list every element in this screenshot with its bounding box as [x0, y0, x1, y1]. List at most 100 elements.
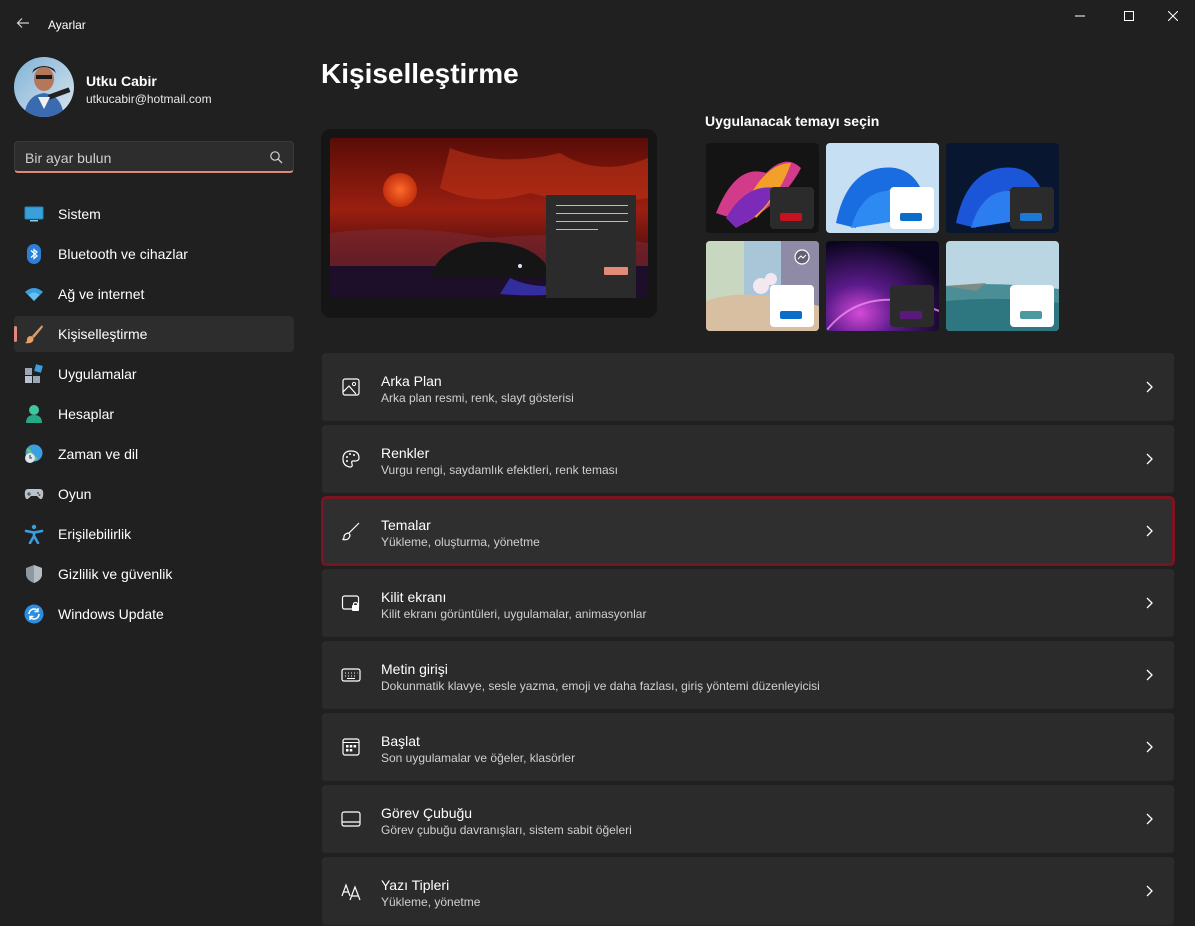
sidebar-item-label: Erişilebilirlik: [58, 526, 132, 542]
theme-color-chip: [890, 285, 934, 327]
accessibility-icon: [24, 524, 44, 544]
setting-title: Renkler: [381, 445, 430, 461]
setting-description: Son uygulamalar ve öğeler, klasörler: [381, 751, 576, 765]
close-button[interactable]: [1150, 0, 1195, 32]
app-title: Ayarlar: [48, 18, 86, 32]
chevron-right-icon: [1146, 669, 1153, 681]
minimize-icon: [1075, 15, 1085, 17]
search-icon[interactable]: [269, 150, 283, 164]
chevron-right-icon: [1146, 813, 1153, 825]
sidebar-item-windows-update[interactable]: Windows Update: [14, 596, 294, 632]
setting-fonts[interactable]: Yazı Tipleri Yükleme, yönetme: [322, 857, 1174, 925]
setting-colors[interactable]: Renkler Vurgu rengi, saydamlık efektleri…: [322, 425, 1174, 493]
avatar[interactable]: [14, 57, 74, 117]
user-name: Utku Cabir: [86, 73, 157, 89]
settings-list: Arka Plan Arka plan resmi, renk, slayt g…: [321, 353, 1175, 926]
setting-background[interactable]: Arka Plan Arka plan resmi, renk, slayt g…: [322, 353, 1174, 421]
sidebar-item-time-language[interactable]: Zaman ve dil: [14, 436, 294, 472]
theme-color-chip: [770, 285, 814, 327]
theme-color-chip: [1010, 187, 1054, 229]
system-icon: [24, 206, 44, 222]
shield-icon: [26, 565, 42, 583]
setting-description: Kilit ekranı görüntüleri, uygulamalar, a…: [381, 607, 647, 621]
preview-button: [604, 267, 628, 275]
brush-icon: [25, 325, 43, 344]
setting-title: Kilit ekranı: [381, 589, 447, 605]
setting-themes[interactable]: Temalar Yükleme, oluşturma, yönetme: [321, 496, 1175, 566]
maximize-button[interactable]: [1106, 0, 1152, 32]
theme-thumbnail[interactable]: [706, 143, 819, 233]
picture-icon: [342, 378, 360, 396]
themes-heading: Uygulanacak temayı seçin: [705, 113, 880, 129]
setting-title: Yazı Tipleri: [381, 877, 450, 893]
sidebar-item-label: Hesaplar: [58, 406, 115, 422]
lock-screen-icon: [341, 595, 360, 611]
setting-taskbar[interactable]: Görev Çubuğu Görev çubuğu davranışları, …: [322, 785, 1174, 853]
apps-icon: [25, 364, 43, 383]
close-icon: [1168, 11, 1178, 21]
sidebar-nav: Sistem Bluetooth ve cihazlar Ağ ve inter…: [14, 196, 294, 636]
theme-grid: [706, 143, 1061, 333]
search-box[interactable]: [14, 141, 294, 173]
chevron-right-icon: [1146, 885, 1153, 897]
setting-description: Arka plan resmi, renk, slayt gösterisi: [381, 391, 574, 405]
chevron-right-icon: [1146, 381, 1153, 393]
setting-title: Arka Plan: [381, 373, 442, 389]
taskbar-icon: [341, 811, 361, 827]
setting-description: Dokunmatik klavye, sesle yazma, emoji ve…: [381, 679, 820, 693]
setting-title: Temalar: [381, 517, 431, 533]
sidebar-item-sistem[interactable]: Sistem: [14, 196, 294, 232]
sidebar-item-apps[interactable]: Uygulamalar: [14, 356, 294, 392]
back-arrow-icon: [16, 18, 29, 28]
search-input[interactable]: [25, 148, 255, 168]
setting-description: Vurgu rengi, saydamlık efektleri, renk t…: [381, 463, 618, 477]
sidebar-item-personalization[interactable]: Kişiselleştirme: [14, 316, 294, 352]
setting-start[interactable]: Başlat Son uygulamalar ve öğeler, klasör…: [322, 713, 1174, 781]
user-email: utkucabir@hotmail.com: [86, 92, 212, 106]
sidebar-item-label: Gizlilik ve güvenlik: [58, 566, 173, 582]
setting-description: Yükleme, oluşturma, yönetme: [381, 535, 540, 549]
setting-description: Yükleme, yönetme: [381, 895, 481, 909]
time-language-icon: [25, 444, 43, 463]
sidebar-item-label: Zaman ve dil: [58, 446, 139, 462]
keyboard-icon: [341, 668, 361, 682]
sidebar-item-accounts[interactable]: Hesaplar: [14, 396, 294, 432]
slideshow-icon: [794, 249, 810, 265]
theme-thumbnail[interactable]: [706, 241, 819, 331]
palette-icon: [342, 450, 360, 468]
setting-text-input[interactable]: Metin girişi Dokunmatik klavye, sesle ya…: [322, 641, 1174, 709]
maximize-icon: [1124, 11, 1134, 21]
chevron-right-icon: [1146, 525, 1153, 537]
sidebar-item-label: Uygulamalar: [58, 366, 137, 382]
chevron-right-icon: [1146, 741, 1153, 753]
start-icon: [342, 738, 360, 756]
theme-thumbnail[interactable]: [946, 143, 1059, 233]
sidebar-item-label: Sistem: [58, 206, 101, 222]
theme-preview: [321, 129, 657, 318]
sidebar-item-label: Kişiselleştirme: [58, 326, 148, 342]
sidebar-item-accessibility[interactable]: Erişilebilirlik: [14, 516, 294, 552]
sidebar-item-network[interactable]: Ağ ve internet: [14, 276, 294, 312]
theme-thumbnail[interactable]: [826, 143, 939, 233]
sidebar-item-label: Bluetooth ve cihazlar: [58, 246, 188, 262]
sidebar-item-bluetooth[interactable]: Bluetooth ve cihazlar: [14, 236, 294, 272]
sidebar-item-gaming[interactable]: Oyun: [14, 476, 294, 512]
chevron-right-icon: [1146, 453, 1153, 465]
update-icon: [24, 604, 44, 624]
chevron-right-icon: [1146, 597, 1153, 609]
theme-thumbnail[interactable]: [826, 241, 939, 331]
setting-description: Görev çubuğu davranışları, sistem sabit …: [381, 823, 632, 837]
preview-wallpaper: [330, 138, 648, 298]
setting-lock-screen[interactable]: Kilit ekranı Kilit ekranı görüntüleri, u…: [322, 569, 1174, 637]
sidebar-item-privacy[interactable]: Gizlilik ve güvenlik: [14, 556, 294, 592]
minimize-button[interactable]: [1057, 0, 1103, 32]
preview-window: [546, 195, 636, 298]
theme-thumbnail[interactable]: [946, 241, 1059, 331]
theme-color-chip: [1010, 285, 1054, 327]
fonts-icon: [341, 883, 361, 901]
sidebar-item-label: Windows Update: [58, 606, 164, 622]
user-profile[interactable]: Utku Cabir utkucabir@hotmail.com: [14, 57, 284, 119]
back-button[interactable]: [8, 8, 38, 38]
wifi-icon: [25, 288, 43, 301]
account-icon: [26, 405, 42, 423]
